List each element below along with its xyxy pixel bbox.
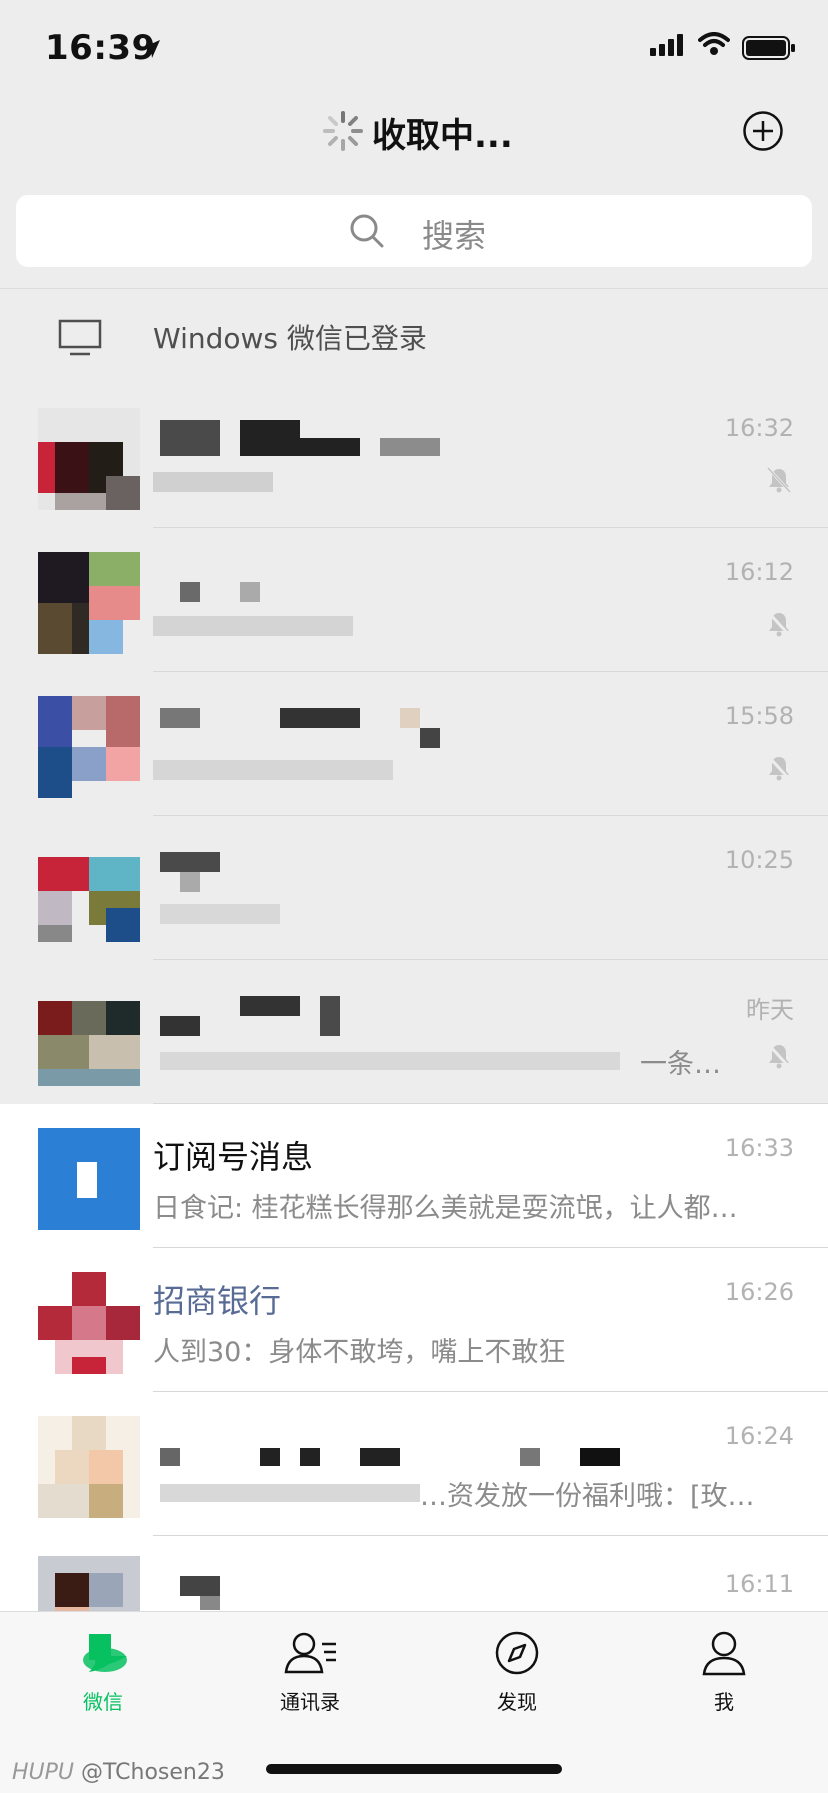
chat-row-cmb[interactable]: 招商银行 人到30：身体不敢垮，嘴上不敢狂 16:26 bbox=[0, 1248, 828, 1392]
device-login-text: Windows 微信已登录 bbox=[153, 322, 427, 355]
location-arrow-icon bbox=[142, 40, 160, 58]
avatar bbox=[38, 1556, 140, 1611]
chat-row[interactable]: 16:11 bbox=[0, 1536, 828, 1611]
chat-time: 昨天 bbox=[746, 996, 794, 1024]
mute-bell-icon bbox=[767, 755, 792, 782]
cellular-signal-icon bbox=[650, 34, 683, 56]
chat-row[interactable]: 15:58 bbox=[0, 672, 828, 816]
avatar bbox=[38, 840, 140, 942]
mute-bell-icon bbox=[767, 467, 792, 494]
tab-chats[interactable]: 微信 bbox=[43, 1630, 163, 1715]
contacts-icon bbox=[284, 1632, 336, 1674]
chat-time: 16:32 bbox=[724, 414, 794, 442]
avatar bbox=[38, 552, 140, 654]
status-bar: 16:39 bbox=[0, 0, 828, 100]
avatar bbox=[38, 408, 140, 510]
search-placeholder: 搜索 bbox=[422, 217, 487, 255]
loading-spinner-icon bbox=[323, 111, 363, 151]
tab-me[interactable]: 我 bbox=[664, 1630, 784, 1715]
chat-row[interactable]: 16:12 bbox=[0, 528, 828, 672]
tab-contacts[interactable]: 通讯录 bbox=[250, 1630, 370, 1715]
chat-row[interactable]: 10:25 bbox=[0, 816, 828, 960]
tab-label: 微信 bbox=[83, 1690, 123, 1714]
search-bar[interactable]: 搜索 bbox=[16, 195, 812, 267]
chat-preview: 一条… bbox=[640, 1049, 721, 1080]
chat-bubble-icon bbox=[83, 1634, 127, 1672]
chat-name: 招商银行 bbox=[153, 1282, 282, 1320]
chat-preview: 日食记: 桂花糕长得那么美就是耍流氓，让人都… bbox=[153, 1193, 738, 1224]
tab-label: 我 bbox=[714, 1690, 734, 1714]
chat-row-subscriptions[interactable]: 订阅号消息 日食记: 桂花糕长得那么美就是耍流氓，让人都… 16:33 bbox=[0, 1104, 828, 1248]
tab-label: 发现 bbox=[497, 1690, 537, 1714]
avatar bbox=[38, 1272, 140, 1374]
watermark-brand: HUPU bbox=[12, 1760, 75, 1785]
tab-discover[interactable]: 发现 bbox=[457, 1630, 577, 1715]
chat-time: 16:33 bbox=[724, 1134, 794, 1162]
avatar bbox=[38, 696, 140, 798]
chat-row[interactable]: 16:32 bbox=[0, 384, 828, 528]
chat-preview: 人到30：身体不敢垮，嘴上不敢狂 bbox=[153, 1337, 566, 1368]
tab-label: 通讯录 bbox=[280, 1690, 340, 1714]
nav-title: 收取中... bbox=[372, 116, 513, 156]
chat-time: 10:25 bbox=[724, 846, 794, 874]
search-icon bbox=[350, 214, 384, 248]
chat-row[interactable]: …资发放一份福利哦：[玫… 16:24 bbox=[0, 1392, 828, 1536]
chat-time: 16:12 bbox=[724, 558, 794, 586]
monitor-icon bbox=[58, 319, 102, 356]
mute-bell-icon bbox=[767, 611, 792, 638]
chat-time: 16:24 bbox=[724, 1422, 794, 1450]
chat-row[interactable]: 一条… 昨天 bbox=[0, 960, 828, 1104]
avatar bbox=[38, 984, 140, 1086]
compass-icon bbox=[495, 1631, 539, 1675]
person-icon bbox=[702, 1631, 746, 1676]
battery-icon bbox=[742, 36, 795, 60]
wifi-icon bbox=[698, 32, 730, 55]
avatar bbox=[38, 1416, 140, 1518]
add-circle-icon[interactable] bbox=[742, 110, 784, 152]
chat-preview: …资发放一份福利哦：[玫… bbox=[420, 1481, 755, 1512]
chat-name: 订阅号消息 bbox=[153, 1138, 314, 1176]
chat-time: 16:11 bbox=[724, 1570, 794, 1598]
chat-time: 15:58 bbox=[724, 702, 794, 730]
mute-bell-icon bbox=[767, 1043, 792, 1070]
avatar bbox=[38, 1128, 140, 1230]
watermark: HUPU @TChosen23 bbox=[12, 1760, 225, 1785]
home-indicator[interactable] bbox=[266, 1764, 562, 1774]
chat-time: 16:26 bbox=[724, 1278, 794, 1306]
device-login-banner[interactable]: Windows 微信已登录 bbox=[0, 288, 828, 385]
watermark-handle: @TChosen23 bbox=[81, 1760, 225, 1785]
